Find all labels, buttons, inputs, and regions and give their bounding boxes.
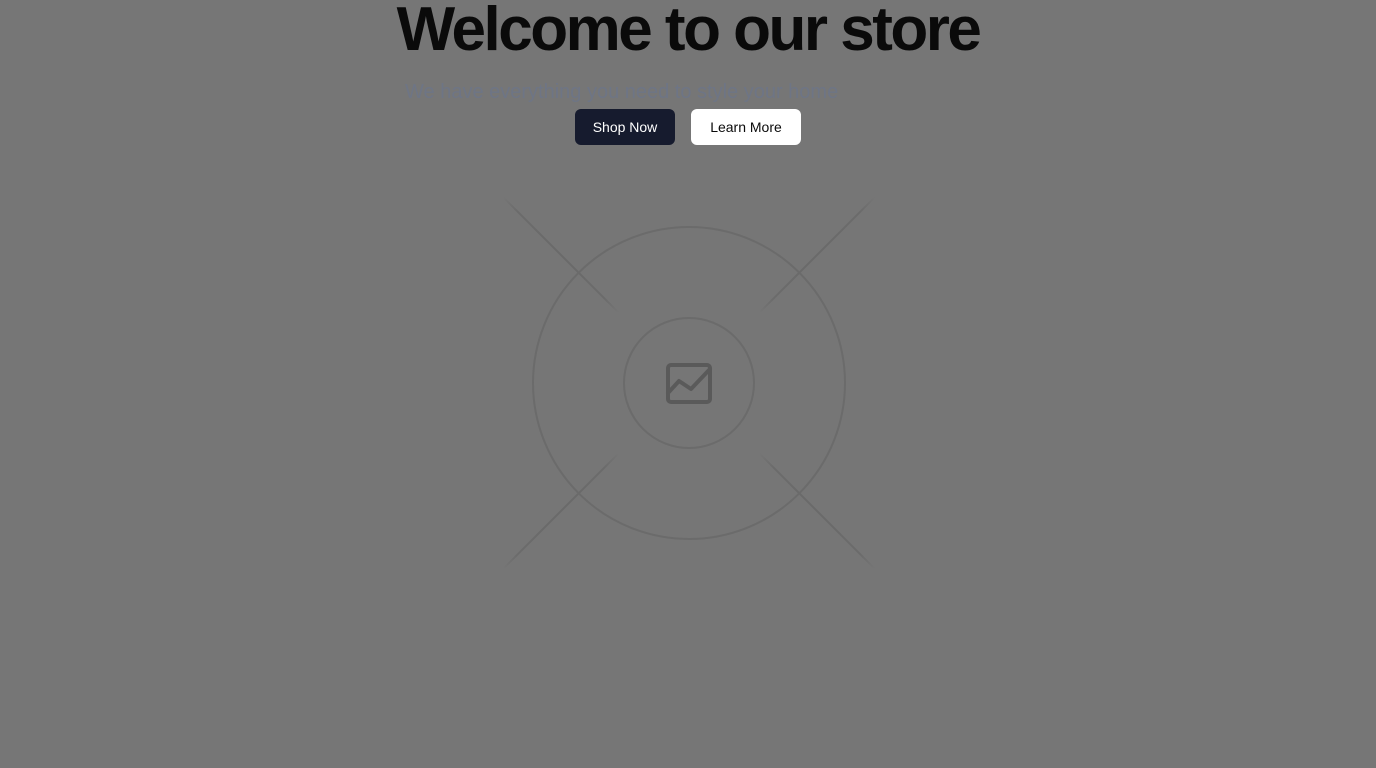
page: Welcome to our store We have everything … [0, 0, 1376, 768]
hero-section: Welcome to our store We have everything … [0, 0, 1376, 768]
shop-now-button[interactable]: Shop Now [575, 109, 675, 145]
placeholder-inner-ring [623, 317, 755, 449]
image-placeholder [469, 163, 909, 603]
placeholder-graphic [469, 163, 909, 603]
learn-more-button[interactable]: Learn More [691, 109, 801, 145]
hero-subtitle: We have everything you need to style you… [405, 81, 839, 103]
hero-title: Welcome to our store [396, 0, 982, 64]
placeholder-rays [469, 163, 909, 603]
hero-actions: Shop Now Learn More [0, 109, 1376, 145]
image-icon [666, 363, 712, 404]
